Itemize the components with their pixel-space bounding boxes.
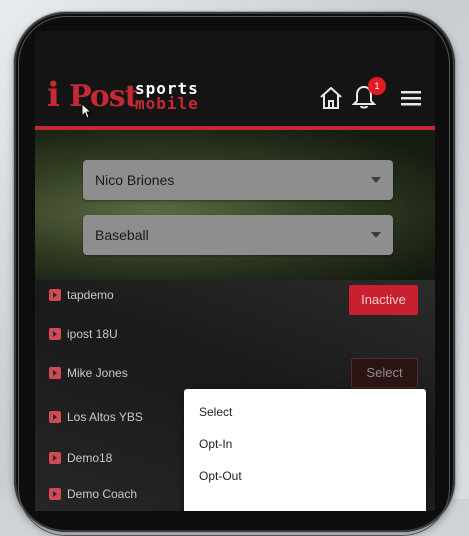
logo-post-text: Post (69, 79, 139, 114)
chevron-down-icon (371, 232, 381, 238)
app-header: i Post sports mobile 1 (35, 31, 435, 130)
dropdown-option-opt-out[interactable]: Opt-Out (199, 466, 242, 486)
mouse-cursor-icon (81, 103, 93, 119)
play-icon (49, 452, 61, 464)
team-label: Los Altos YBS (67, 410, 143, 424)
home-icon[interactable] (318, 85, 344, 111)
hero-overlay (35, 130, 435, 280)
opt-dropdown-menu: Select Opt-In Opt-Out (184, 389, 426, 511)
logo-i-mark: i (47, 75, 60, 115)
app-screen: i Post sports mobile 1 Nico Briones Base… (35, 31, 435, 511)
team-label: Demo18 (67, 451, 113, 465)
logo-mobile-text: mobile (135, 94, 199, 113)
team-label: tapdemo (67, 288, 114, 302)
sport-select-value: Baseball (95, 227, 149, 243)
play-icon (49, 328, 61, 340)
user-select-value: Nico Briones (95, 172, 175, 188)
dropdown-option-select[interactable]: Select (199, 402, 232, 422)
team-label: Demo Coach (67, 487, 138, 501)
user-select[interactable]: Nico Briones (83, 160, 393, 200)
play-icon (49, 367, 61, 379)
dropdown-option-opt-in[interactable]: Opt-In (199, 434, 232, 454)
sport-select[interactable]: Baseball (83, 215, 393, 255)
chevron-down-icon (371, 177, 381, 183)
hamburger-menu-icon[interactable] (401, 90, 421, 106)
inactive-button[interactable]: Inactive (349, 285, 418, 315)
team-label: ipost 18U (67, 327, 118, 341)
team-label: Mike Jones (67, 366, 128, 380)
hero-banner: Nico Briones Baseball (35, 130, 435, 280)
select-button[interactable]: Select (351, 358, 418, 388)
play-icon (49, 289, 61, 301)
notification-badge: 1 (368, 77, 386, 95)
play-icon (49, 411, 61, 423)
play-icon (49, 488, 61, 500)
ipost-sports-mobile-logo[interactable]: i Post sports mobile (47, 75, 199, 115)
